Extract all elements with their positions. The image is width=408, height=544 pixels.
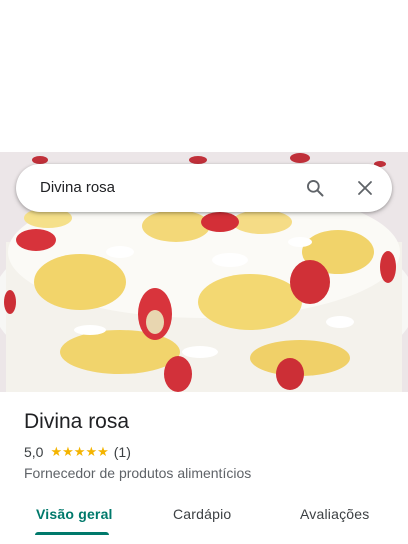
search-icon[interactable] <box>303 176 327 200</box>
place-title: Divina rosa <box>24 410 130 433</box>
place-category: Fornecedor de produtos alimentícios <box>24 465 252 481</box>
tab-menu[interactable]: Cardápio <box>173 506 231 522</box>
close-icon[interactable] <box>353 176 377 200</box>
rating-stars: ★ ★ ★ ★ ★ <box>50 445 108 459</box>
star-icon: ★ <box>85 444 98 459</box>
review-count[interactable]: (1) <box>114 444 131 460</box>
top-blank-area <box>0 0 408 152</box>
tab-overview[interactable]: Visão geral <box>36 506 113 522</box>
search-bar[interactable]: Divina rosa <box>16 164 392 212</box>
star-icon: ★ <box>50 444 63 459</box>
star-icon: ★ <box>62 444 74 459</box>
tab-reviews[interactable]: Avaliações <box>300 506 369 522</box>
search-input[interactable]: Divina rosa <box>40 179 115 196</box>
rating-row[interactable]: 5,0 ★ ★ ★ ★ ★ (1) <box>24 444 131 460</box>
star-icon: ★ <box>97 444 109 459</box>
active-tab-indicator <box>35 532 109 535</box>
tab-bar: Visão geral Cardápio Avaliações <box>0 496 408 544</box>
star-icon: ★ <box>73 444 86 459</box>
rating-value: 5,0 <box>24 444 44 460</box>
